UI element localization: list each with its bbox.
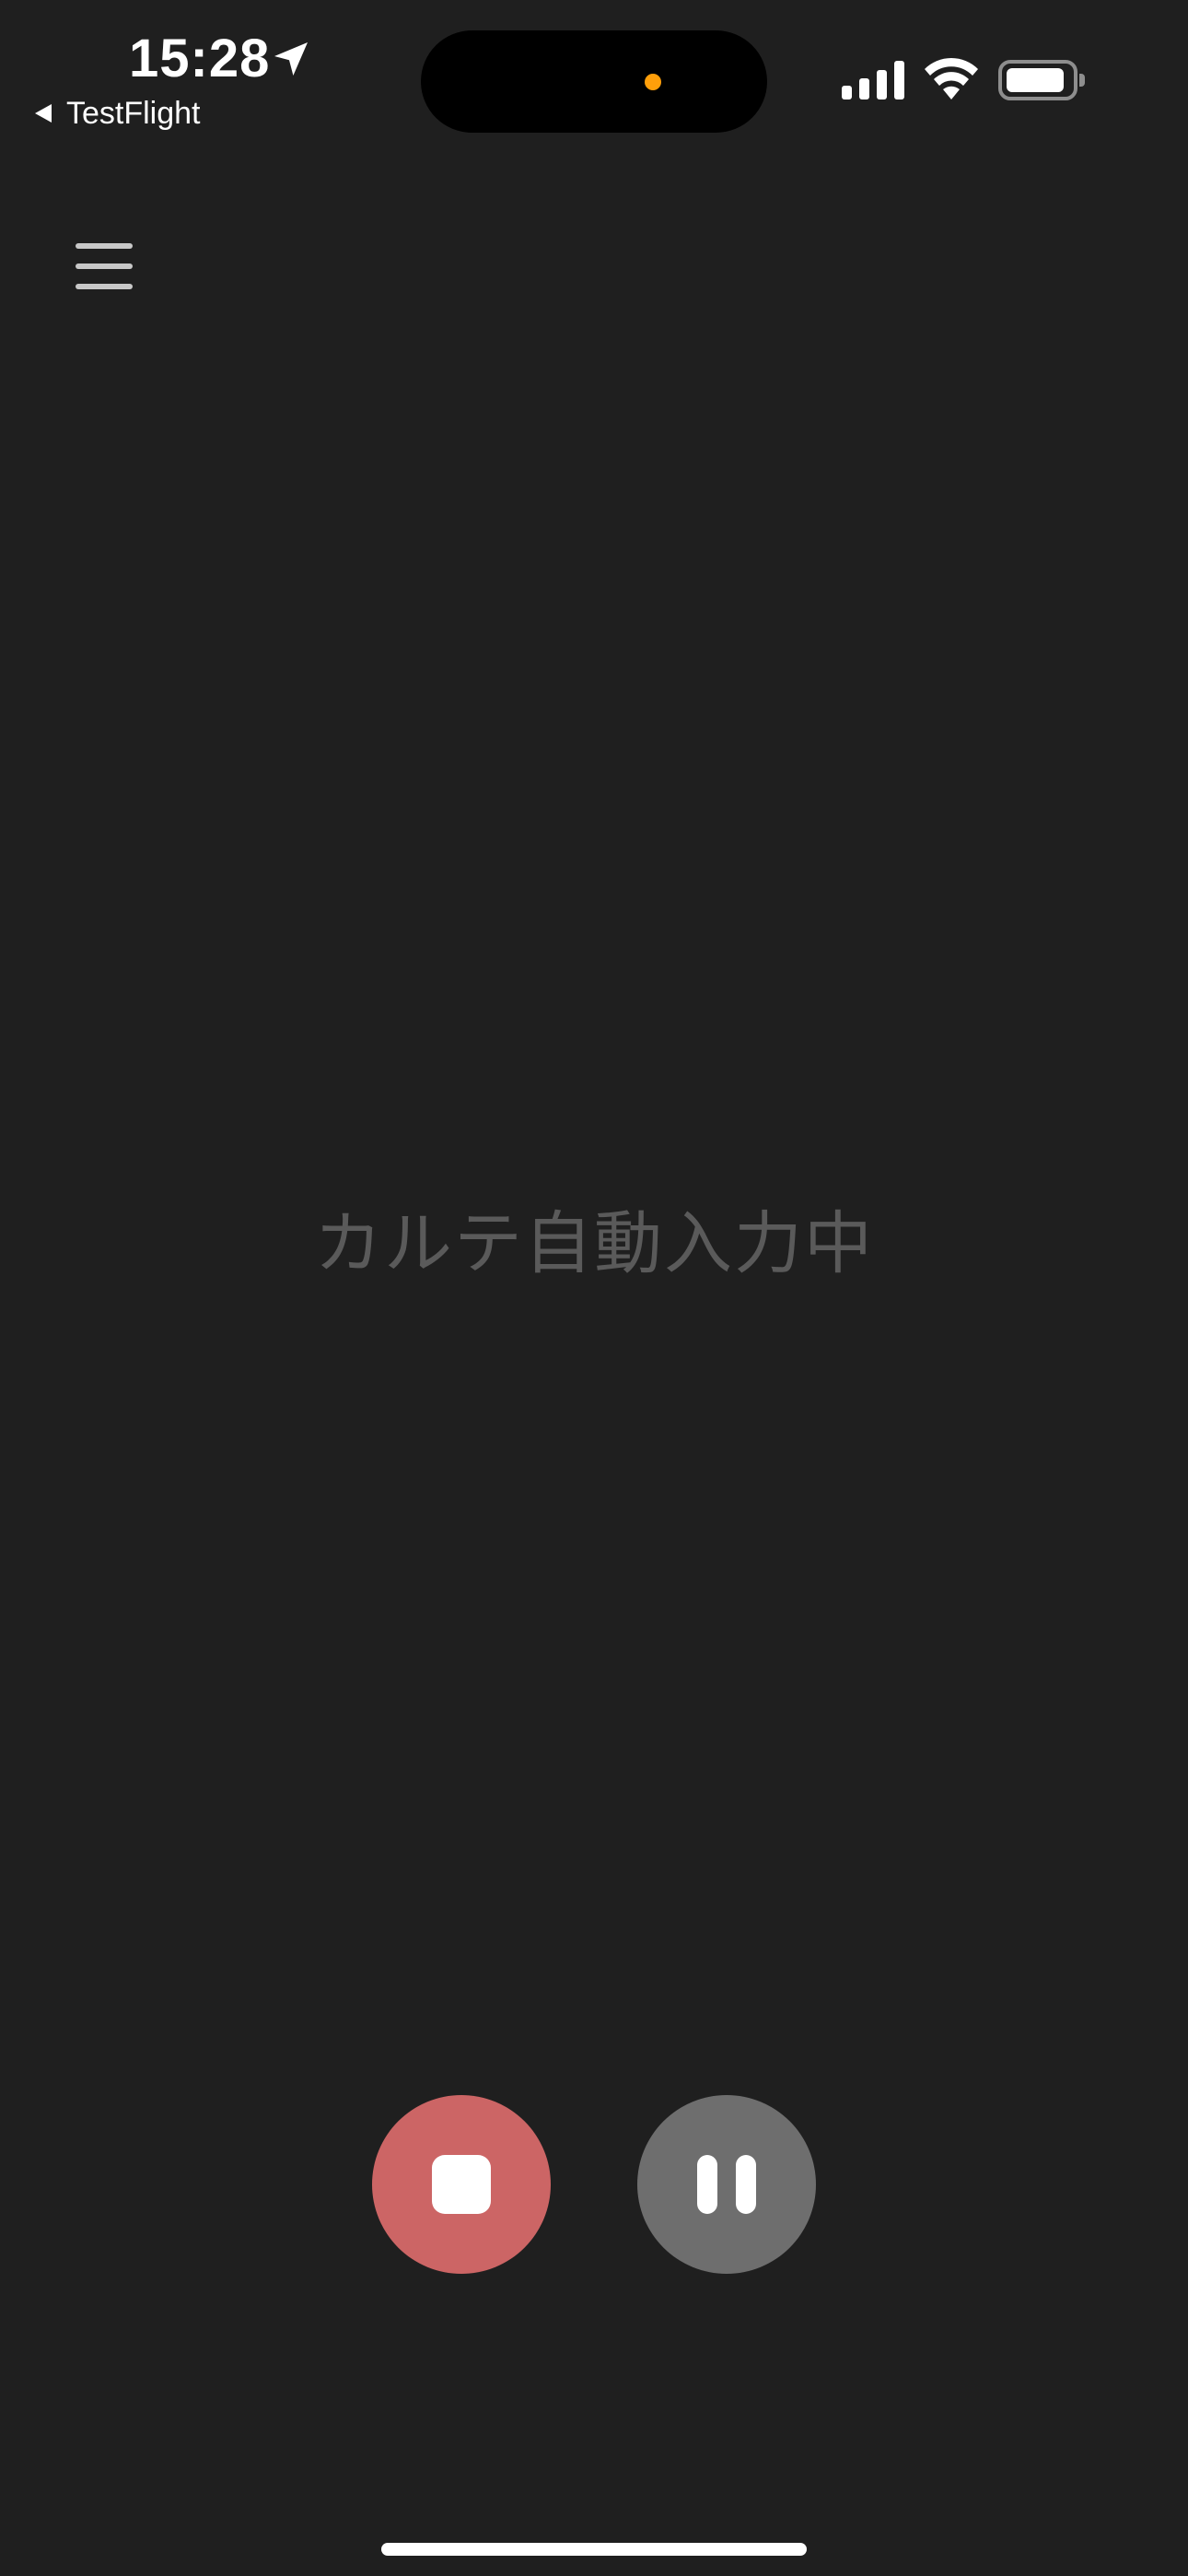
privacy-indicator-dot xyxy=(645,74,661,90)
home-indicator[interactable] xyxy=(381,2543,807,2556)
recording-controls xyxy=(0,2095,1188,2274)
stop-icon xyxy=(432,2155,491,2214)
location-arrow-icon xyxy=(274,42,308,76)
pause-icon xyxy=(697,2155,756,2214)
pause-button[interactable] xyxy=(637,2095,816,2274)
dynamic-island xyxy=(421,30,767,133)
battery-icon xyxy=(998,60,1085,100)
hamburger-menu-button[interactable] xyxy=(72,241,138,297)
back-to-app-button[interactable]: TestFlight xyxy=(33,92,201,135)
status-time: 15:28 xyxy=(129,29,271,88)
back-app-label: TestFlight xyxy=(66,96,201,131)
stop-button[interactable] xyxy=(372,2095,551,2274)
recording-status-message: カルテ自動入力中 xyxy=(314,1205,874,1282)
cellular-signal-icon xyxy=(842,61,904,100)
back-triangle-icon xyxy=(35,104,52,123)
wifi-icon xyxy=(925,57,978,100)
